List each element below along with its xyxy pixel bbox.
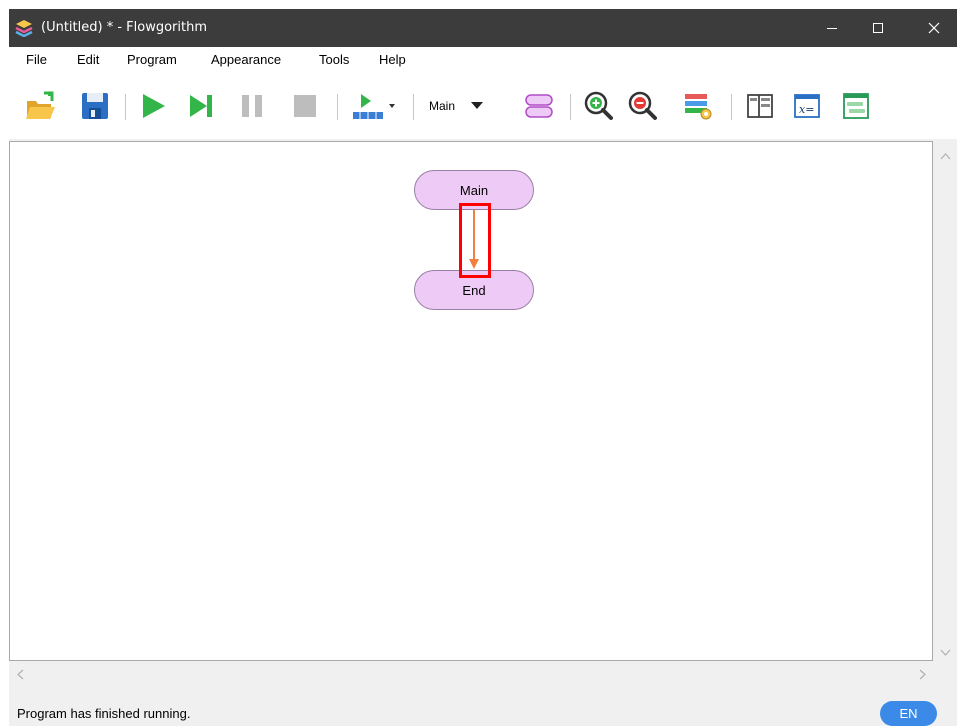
title-bar[interactable]: (Untitled) * - Flowgorithm [9, 9, 957, 47]
code-window-icon [747, 94, 773, 118]
menu-help[interactable]: Help [372, 47, 413, 75]
zoom-in-button[interactable] [581, 88, 617, 124]
status-bar: Program has finished running. EN [9, 694, 957, 726]
open-folder-icon [26, 91, 55, 119]
console-icon [843, 93, 869, 119]
status-message: Program has finished running. [17, 706, 191, 721]
pause-button[interactable] [234, 88, 270, 124]
flowchart-canvas[interactable]: Main End [9, 141, 933, 661]
zoom-out-button[interactable] [625, 88, 661, 124]
menu-edit[interactable]: Edit [70, 47, 106, 75]
menu-appearance[interactable]: Appearance [204, 47, 288, 75]
close-icon [928, 22, 940, 34]
variable-watch-icon: x= [794, 94, 820, 118]
toolbar-separator [731, 94, 732, 120]
variable-watch-button[interactable]: x= [789, 88, 825, 124]
save-button[interactable] [77, 88, 113, 124]
function-icon [525, 94, 553, 118]
main-start-label: Main [459, 182, 489, 198]
language-badge[interactable]: EN [880, 701, 937, 726]
toolbar-separator [570, 94, 571, 120]
menu-bar: File Edit Program Appearance Tools Help [9, 47, 957, 75]
maximize-button[interactable] [855, 9, 901, 47]
toolbar-separator [337, 94, 338, 120]
run-button[interactable] [135, 88, 171, 124]
step-button[interactable] [183, 88, 219, 124]
scroll-up-icon [940, 153, 951, 160]
toolbar-separator [413, 94, 414, 120]
minimize-button[interactable] [809, 9, 855, 47]
layout-settings-button[interactable] [680, 88, 716, 124]
scroll-left-icon [17, 669, 24, 680]
horizontal-scrollbar[interactable] [9, 662, 933, 686]
menu-program[interactable]: Program [120, 47, 184, 75]
toolbar-separator [125, 94, 126, 120]
window-title: (Untitled) * - Flowgorithm [41, 20, 207, 35]
flowgorithm-logo-icon [14, 19, 34, 38]
maximize-icon [873, 23, 883, 33]
console-button[interactable] [838, 88, 874, 124]
menu-file[interactable]: File [19, 47, 54, 75]
chevron-down-icon [471, 102, 484, 109]
connector-highlight-box [459, 203, 491, 278]
stop-button[interactable] [287, 88, 323, 124]
zoom-out-icon [628, 91, 657, 120]
menu-tools[interactable]: Tools [312, 47, 356, 75]
app-window: (Untitled) * - Flowgorithm File Edit Pro… [9, 9, 957, 726]
function-selector[interactable]: Main [421, 88, 511, 124]
function-manager-button[interactable] [521, 88, 557, 124]
stop-icon [294, 95, 316, 117]
run-speed-icon [353, 94, 395, 119]
svg-text:x=: x= [799, 103, 814, 116]
zoom-in-icon [584, 91, 613, 120]
save-icon [82, 93, 108, 119]
function-selector-value: Main [429, 99, 456, 113]
open-button[interactable] [22, 88, 58, 124]
step-icon [190, 95, 212, 117]
end-label: End [462, 282, 486, 298]
run-icon [143, 94, 165, 118]
vertical-scrollbar[interactable] [934, 141, 957, 661]
minimize-icon [827, 28, 837, 29]
toolbar: Main x= [9, 75, 957, 139]
run-speed-button[interactable] [345, 88, 405, 124]
language-label: EN [899, 706, 918, 721]
scroll-right-icon [919, 669, 926, 680]
layout-icon [685, 94, 712, 120]
close-button[interactable] [911, 9, 957, 47]
scroll-down-icon [940, 649, 951, 656]
pause-icon [242, 95, 262, 117]
source-code-button[interactable] [742, 88, 778, 124]
scroll-corner [934, 662, 957, 686]
